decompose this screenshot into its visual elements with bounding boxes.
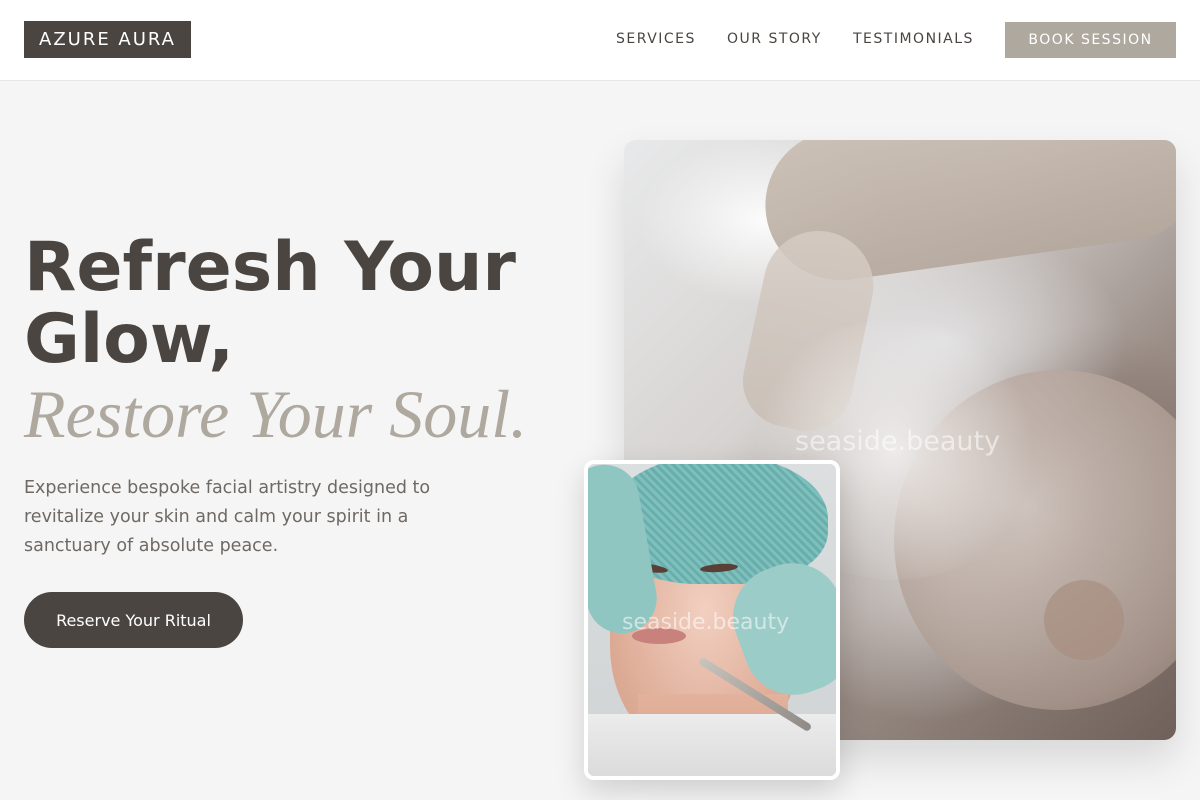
hero-secondary-image: seaside.beauty xyxy=(584,460,840,780)
brand-logo[interactable]: AZURE AURA xyxy=(24,21,191,58)
image-watermark: seaside.beauty xyxy=(622,610,790,635)
hero-headline-italic: Restore Your Soul. xyxy=(24,376,528,452)
nav-link-testimonials[interactable]: TESTIMONIALS xyxy=(853,31,974,47)
hero-headline: Refresh Your Glow, xyxy=(24,228,516,379)
reserve-ritual-button[interactable]: Reserve Your Ritual xyxy=(24,592,243,648)
image-watermark: seaside.beauty xyxy=(795,426,1001,457)
ear-shape xyxy=(1044,580,1124,660)
nav-link-our-story[interactable]: OUR STORY xyxy=(727,31,822,47)
book-session-button[interactable]: BOOK SESSION xyxy=(1005,22,1176,58)
nav-link-services[interactable]: SERVICES xyxy=(616,31,696,47)
site-header: AZURE AURA SERVICES OUR STORY TESTIMONIA… xyxy=(0,0,1200,81)
hero-description: Experience bespoke facial artistry desig… xyxy=(24,478,431,556)
